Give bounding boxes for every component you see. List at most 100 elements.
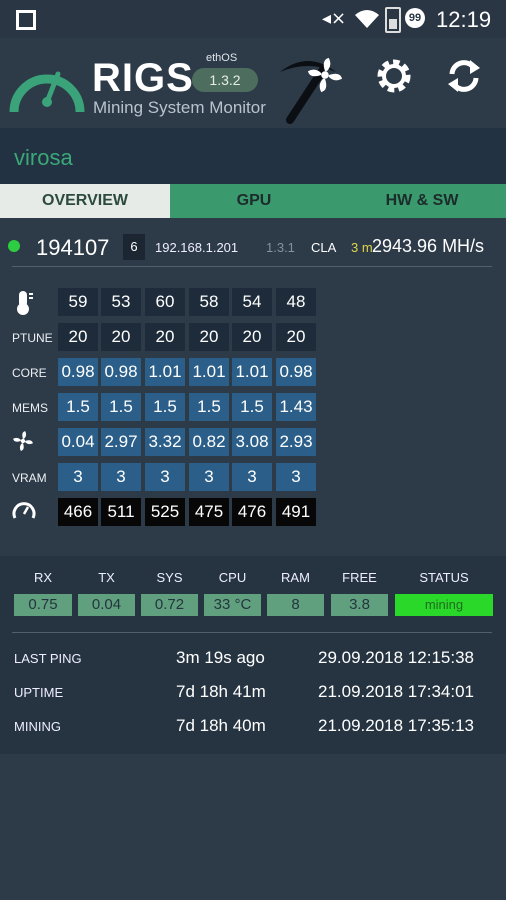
thermometer-icon [12,290,34,321]
gpu-grid-row: 466 511 525 475 476 491 [0,498,506,528]
stat-header: SYS [156,570,183,585]
gauge-icon [8,56,86,121]
gpu-cell: 20 [101,323,141,351]
gpu-cell: 1.43 [276,393,316,421]
gpu-cell: 20 [145,323,185,351]
ip-address: 192.168.1.201 [155,240,239,255]
stat-value: 0.72 [141,594,198,616]
gpu-grid-row: MEMS 1.5 1.5 1.5 1.5 1.5 1.43 [0,393,506,423]
gpu-cell: 3 [232,463,272,491]
tab-overview[interactable]: OVERVIEW [0,184,170,218]
fan-icon[interactable] [306,56,344,99]
app-subtitle: Mining System Monitor [93,98,266,117]
divider [12,266,492,267]
stat-value: 0.04 [78,594,135,616]
gpu-cell: 2.93 [276,428,316,456]
tab-bar: OVERVIEW GPU HW & SW [0,184,506,218]
wifi-icon [354,9,380,34]
gpu-cell: 20 [232,323,272,351]
gpu-cell: 3.32 [145,428,185,456]
gpu-cell: 3 [145,463,185,491]
rig-id: 194107 [36,235,110,260]
gpu-cell: 59 [58,288,98,316]
gpu-cell: 3.08 [232,428,272,456]
tab-hw-sw[interactable]: HW & SW [338,184,506,218]
stat-header: RAM [281,570,310,585]
gpu-cell: 3 [276,463,316,491]
info-date: 21.09.2018 17:34:01 [318,682,474,701]
gpu-grid-row: 59 53 60 58 54 48 [0,288,506,318]
miner-name: CLA [311,240,337,255]
gpu-grid-row: VRAM 3 3 3 3 3 3 [0,463,506,493]
stat-value: 0.75 [14,594,72,616]
rig-name-bar: virosa [0,128,506,184]
gpu-cell: 58 [189,288,229,316]
gpu-cell: 0.98 [58,358,98,386]
gpu-grid-row: CORE 0.98 0.98 1.01 1.01 1.01 0.98 [0,358,506,388]
refresh-icon[interactable] [444,56,484,101]
gpu-cell: 60 [145,288,185,316]
gpu-cell: 1.5 [232,393,272,421]
square-icon [16,10,36,30]
gpu-cell: 1.5 [58,393,98,421]
info-date: 29.09.2018 12:15:38 [318,648,474,667]
gpu-cell: 48 [276,288,316,316]
gpu-cell: 2.97 [101,428,141,456]
gpu-grid-row: PTUNE 20 20 20 20 20 20 [0,323,506,353]
gpu-cell: 0.82 [189,428,229,456]
info-label: UPTIME [14,685,64,700]
speedometer-icon [12,500,36,525]
stat-header: FREE [342,570,377,585]
stat-header: RX [33,570,53,585]
stat-header: CPU [218,570,247,585]
notification-badge: 99 [405,8,425,28]
gpu-cell: 0.98 [101,358,141,386]
gpu-cell: 1.5 [101,393,141,421]
gpu-cell: 54 [232,288,272,316]
stat-header: STATUS [419,570,469,585]
gpu-cell: 466 [58,498,98,526]
gpu-cell: 475 [189,498,229,526]
gpu-cell: 20 [58,323,98,351]
gpu-row-label: CORE [12,366,47,380]
gpu-row-label: MEMS [12,401,48,415]
clock: 12:19 [436,7,492,32]
system-stats-panel: RX 0.75 TX 0.04 SYS 0.72 CPU 33 °C RAM 8 FREE 3.8 ST… [0,556,506,754]
mute-icon: ◂× [322,8,347,29]
gpu-cell: 476 [232,498,272,526]
info-duration: 3m 19s ago [176,648,265,667]
gpu-grid-row: 0.04 2.97 3.32 0.82 3.08 2.93 [0,428,506,458]
gpu-cell: 0.98 [276,358,316,386]
stat-value: 8 [267,594,324,616]
gpu-cell: 53 [101,288,141,316]
gpu-cell: 3 [101,463,141,491]
app-header: RIGS Mining System Monitor ethOS 1.3.2 [0,38,506,128]
gpu-cell: 20 [189,323,229,351]
tab-gpu[interactable]: GPU [170,184,338,218]
gpu-row-label: VRAM [12,471,47,485]
gpu-cell: 1.5 [189,393,229,421]
rig-summary-row[interactable]: 194107 6 192.168.1.201 1.3.1 CLA 3 m 294… [0,218,506,268]
gpu-cell: 525 [145,498,185,526]
gpu-count-badge: 6 [123,234,145,260]
uptime-short: 3 m [351,240,373,255]
gpu-cell: 0.04 [58,428,98,456]
status-bar: ◂× 99 12:19 [0,0,506,38]
stat-value: 3.8 [331,594,388,616]
info-duration: 7d 18h 41m [176,682,266,701]
gpu-cell: 3 [189,463,229,491]
stat-header: TX [98,570,115,585]
gpu-cell: 511 [101,498,141,526]
online-status-dot [8,240,20,252]
info-duration: 7d 18h 40m [176,716,266,735]
gpu-cell: 1.01 [189,358,229,386]
rig-name: virosa [14,145,73,170]
gpu-cell: 20 [276,323,316,351]
settings-icon[interactable] [374,56,414,101]
gpu-cell: 3 [58,463,98,491]
os-version-badge: 1.3.2 [192,68,258,92]
os-label: ethOS [206,52,238,64]
miner-version: 1.3.1 [266,240,295,255]
gpu-cell: 1.01 [145,358,185,386]
hashrate: 2943.96 MH/s [372,236,485,256]
